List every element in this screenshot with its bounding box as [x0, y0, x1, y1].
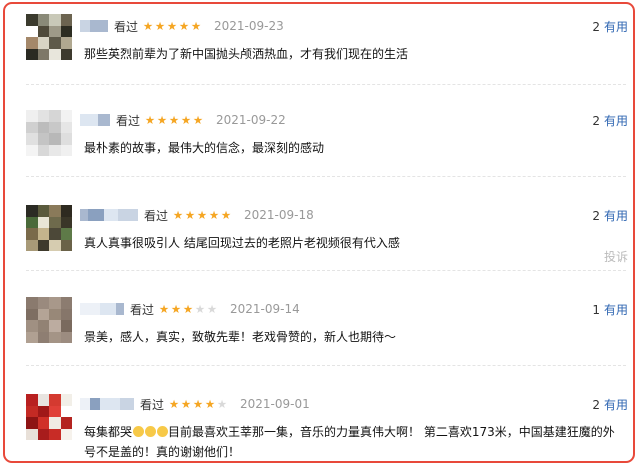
avatar[interactable] [26, 110, 72, 156]
username[interactable] [80, 20, 108, 32]
star-icon: ★ [158, 302, 170, 316]
star-icon: ★ [204, 397, 216, 411]
avatar[interactable] [26, 297, 72, 343]
useful-count: 2 [592, 19, 600, 34]
star-icon: ★ [194, 302, 206, 316]
divider [26, 270, 626, 271]
divider [26, 365, 626, 366]
username[interactable] [80, 398, 134, 410]
review-date: 2021-09-14 [230, 302, 300, 316]
grin-sweat-emoji [132, 426, 144, 437]
star-icon: ★ [156, 113, 168, 127]
review-meta: 看过 ★ ★ ★ ★ ★ 2021-09-14 [80, 301, 300, 317]
avatar[interactable] [26, 14, 72, 60]
useful-button[interactable]: 有用 [604, 396, 628, 413]
username[interactable] [80, 209, 138, 221]
review-meta: 看过 ★ ★ ★ ★ ★ 2021-09-22 [80, 112, 286, 128]
useful-count: 2 [592, 208, 600, 223]
useful-button[interactable]: 有用 [604, 112, 628, 129]
useful-vote: 1 有用 [592, 301, 628, 318]
useful-count: 2 [592, 397, 600, 412]
star-icon: ★ [142, 19, 154, 33]
avatar[interactable] [26, 394, 72, 440]
watched-status: 看过 [114, 19, 139, 34]
avatar[interactable] [26, 205, 72, 251]
review-date: 2021-09-01 [240, 397, 310, 411]
star-icon: ★ [196, 208, 208, 222]
star-icon: ★ [180, 113, 192, 127]
useful-button[interactable]: 有用 [604, 301, 628, 318]
star-icon: ★ [172, 208, 184, 222]
username[interactable] [80, 114, 110, 126]
review-text: 每集都哭 目前最喜欢王莘那一集，音乐的力量真伟大啊！ 第二喜欢173米，中国基建狂… [84, 422, 616, 462]
watched-status: 看过 [140, 397, 165, 412]
useful-button[interactable]: 有用 [604, 207, 628, 224]
useful-vote: 2 有用 [592, 18, 628, 35]
grin-sweat-emoji [144, 426, 156, 437]
username[interactable] [80, 303, 124, 315]
rating-stars: ★ ★ ★ ★ ★ [168, 398, 228, 410]
useful-vote: 2 有用 [592, 396, 628, 413]
review-date: 2021-09-23 [214, 19, 284, 33]
review-text: 那些英烈前辈为了新中国抛头颅洒热血，才有我们现在的生活 [84, 47, 409, 61]
review-date: 2021-09-18 [244, 208, 314, 222]
review-item: 看过 ★ ★ ★ ★ ★ 2021-09-01 2 有用 每集都哭 目前最喜欢王莘那一集，… [0, 382, 640, 472]
useful-count: 2 [592, 113, 600, 128]
watched-status: 看过 [130, 302, 155, 317]
star-icon: ★ [180, 397, 192, 411]
rating-stars: ★ ★ ★ ★ ★ [172, 209, 232, 221]
watched-status: 看过 [116, 113, 141, 128]
useful-count: 1 [592, 302, 600, 317]
star-icon: ★ [192, 397, 204, 411]
review-text-prefix: 每集都哭 [84, 425, 133, 439]
review-date: 2021-09-22 [216, 113, 286, 127]
divider [26, 176, 626, 177]
rating-stars: ★ ★ ★ ★ ★ [144, 114, 204, 126]
star-icon: ★ [220, 208, 232, 222]
star-icon: ★ [192, 113, 204, 127]
review-meta: 看过 ★ ★ ★ ★ ★ 2021-09-18 [80, 207, 314, 223]
star-icon: ★ [206, 302, 218, 316]
grin-sweat-emoji [156, 426, 168, 437]
divider [26, 84, 626, 85]
star-icon: ★ [170, 302, 182, 316]
review-text: 最朴素的故事，最伟大的信念，最深刻的感动 [84, 141, 325, 155]
useful-vote: 2 有用 [592, 112, 628, 129]
review-meta: 看过 ★ ★ ★ ★ ★ 2021-09-01 [80, 396, 310, 412]
useful-button[interactable]: 有用 [604, 18, 628, 35]
star-icon: ★ [166, 19, 178, 33]
watched-status: 看过 [144, 208, 169, 223]
rating-stars: ★ ★ ★ ★ ★ [142, 20, 202, 32]
star-icon: ★ [168, 113, 180, 127]
review-meta: 看过 ★ ★ ★ ★ ★ 2021-09-23 [80, 18, 284, 34]
review-item: 看过 ★ ★ ★ ★ ★ 2021-09-23 2 有用 那些英烈前辈为了新中国抛头颅洒… [0, 4, 640, 94]
rating-stars: ★ ★ ★ ★ ★ [158, 303, 218, 315]
report-button[interactable]: 投诉 [604, 248, 628, 265]
useful-vote: 2 有用 [592, 207, 628, 224]
review-text: 真人真事很吸引人 结尾回现过去的老照片老视频很有代入感 [84, 236, 400, 250]
review-item: 看过 ★ ★ ★ ★ ★ 2021-09-14 1 有用 景美，感人，真实，致敬先辈！老… [0, 287, 640, 377]
star-icon: ★ [190, 19, 202, 33]
star-icon: ★ [216, 397, 228, 411]
star-icon: ★ [154, 19, 166, 33]
star-icon: ★ [184, 208, 196, 222]
review-item: 看过 ★ ★ ★ ★ ★ 2021-09-22 2 有用 最朴素的故事，最伟大的信念，最… [0, 98, 640, 188]
star-icon: ★ [178, 19, 190, 33]
star-icon: ★ [168, 397, 180, 411]
star-icon: ★ [144, 113, 156, 127]
review-text: 景美，感人，真实，致敬先辈！老戏骨赞的，新人也期待～ [84, 330, 397, 344]
star-icon: ★ [208, 208, 220, 222]
star-icon: ★ [182, 302, 194, 316]
